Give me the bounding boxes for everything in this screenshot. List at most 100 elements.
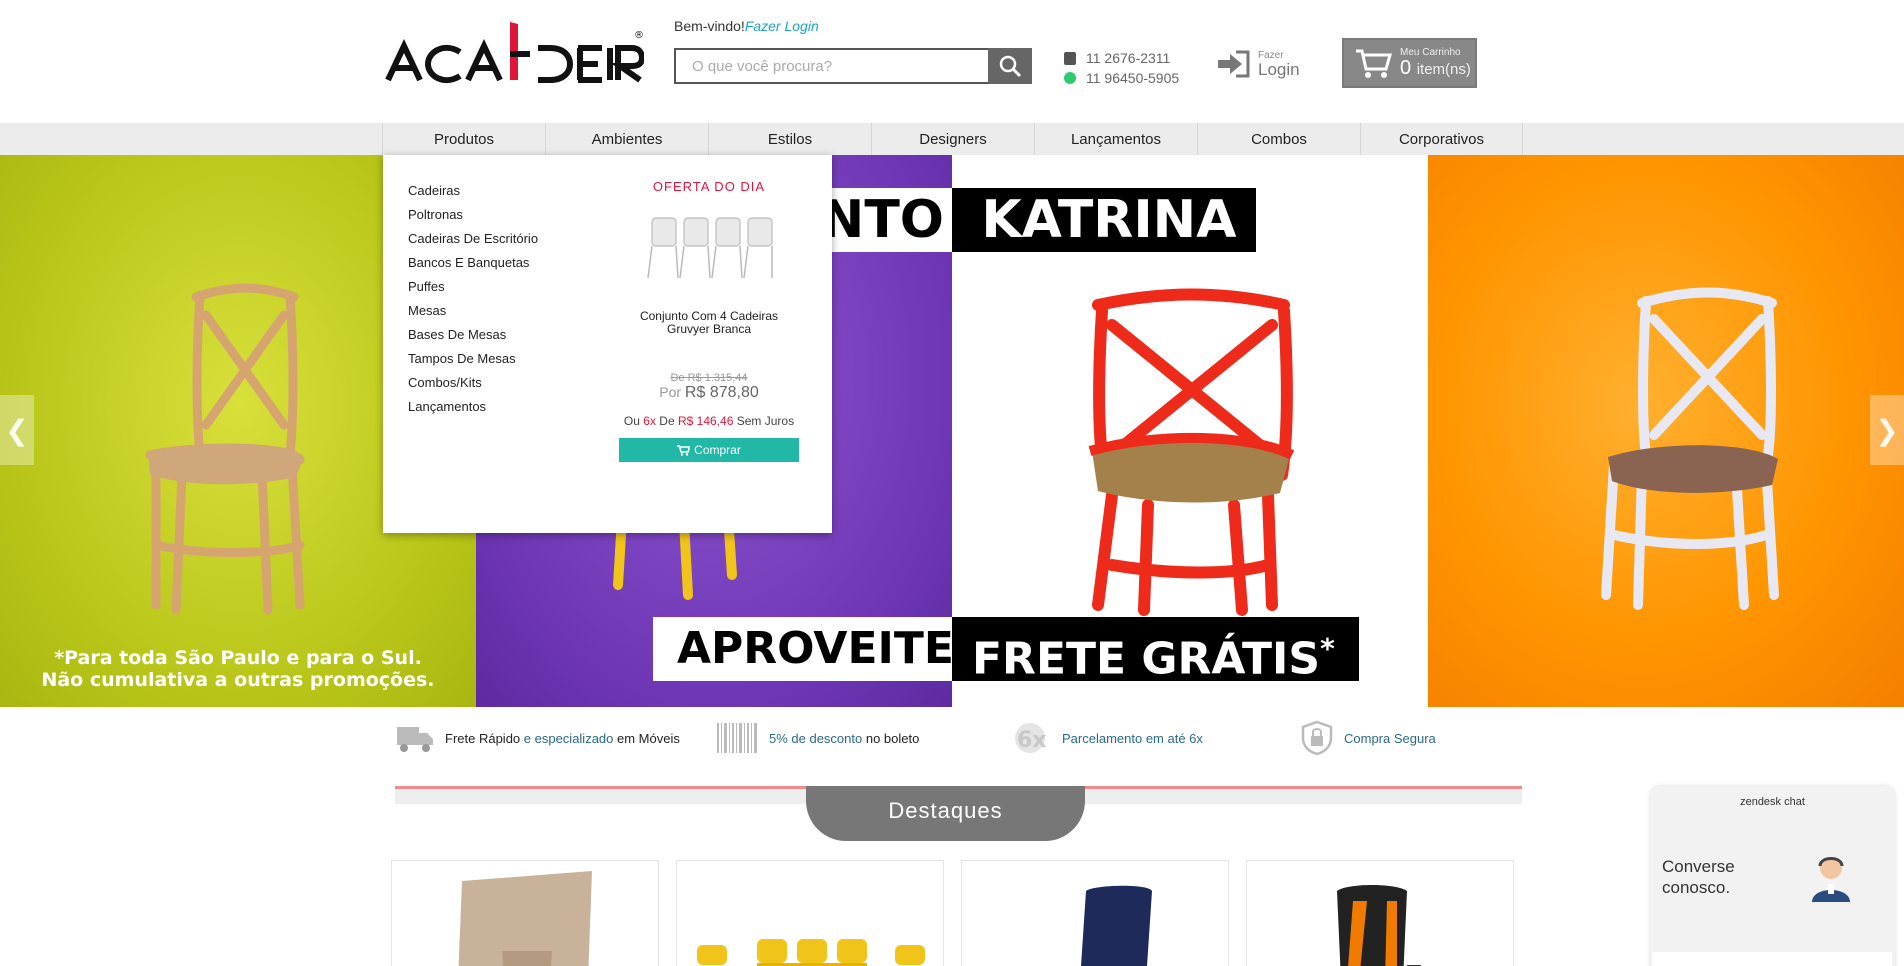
- category-link[interactable]: Puffes: [408, 275, 538, 299]
- banner-note-line2: Não cumulativa a outras promoções.: [41, 669, 435, 691]
- chevron-left-icon: ❮: [5, 414, 29, 446]
- feature-installments: 6x Parcelamento em até 6x: [1010, 721, 1300, 755]
- inst-value: R$ 146,46: [677, 414, 734, 428]
- login-label: Login: [1258, 59, 1300, 79]
- category-list: Cadeiras Poltronas Cadeiras De Escritóri…: [408, 179, 538, 419]
- search-icon: [999, 55, 1022, 78]
- banner-headline-partial-text: NTO: [820, 190, 944, 250]
- banner-panel-orange: [1428, 155, 1904, 707]
- feature-shipping-b: e especializado: [520, 730, 617, 746]
- nav-item-produtos[interactable]: Produtos: [382, 123, 545, 155]
- cart-unit: item(ns): [1416, 60, 1471, 78]
- hero-banner[interactable]: *Para toda São Paulo e para o Sul. Não c…: [0, 155, 1904, 707]
- white-chair-image: [1601, 287, 1779, 610]
- feature-discount-b: no boleto: [862, 730, 920, 746]
- search-input[interactable]: [674, 48, 988, 84]
- offer-product-name[interactable]: Conjunto Com 4 Cadeiras Gruvyer Branca: [619, 310, 799, 336]
- product-image: [1337, 885, 1421, 966]
- banner-tag-frete-text: FRETE GRÁTIS: [972, 633, 1321, 685]
- offer-installments: Ou 6x De R$ 146,46 Sem Juros: [619, 414, 799, 428]
- product-image: [458, 871, 592, 966]
- feature-secure-text: Compra Segura: [1344, 730, 1436, 746]
- nav-item-lancamentos[interactable]: Lançamentos: [1034, 123, 1197, 155]
- banner-next-arrow[interactable]: ❯: [1870, 395, 1904, 465]
- new-price-label: Por: [659, 384, 682, 400]
- buy-label: Comprar: [694, 443, 741, 457]
- whatsapp-icon: [1064, 72, 1076, 84]
- cart-button[interactable]: Meu Carrinho 0 item(ns): [1342, 38, 1477, 88]
- banner-note-line1: *Para toda São Paulo e para o Sul.: [54, 647, 422, 669]
- category-link[interactable]: Bases De Mesas: [408, 323, 538, 347]
- inst-prefix: Ou: [623, 414, 640, 428]
- category-link[interactable]: Mesas: [408, 299, 538, 323]
- product-card[interactable]: [1246, 860, 1514, 966]
- banner-note: *Para toda São Paulo e para o Sul. Não c…: [0, 647, 476, 691]
- nav-item-ambientes[interactable]: Ambientes: [545, 123, 708, 155]
- svg-text:6x: 6x: [1017, 728, 1047, 753]
- offer-product-image[interactable]: [644, 212, 774, 282]
- category-link[interactable]: Cadeiras: [408, 179, 538, 203]
- banner-headline-top: NTO KATRINA NTO: [820, 188, 1257, 252]
- banner-tag-frete: FRETE GRÁTIS*: [952, 617, 1359, 685]
- search-bar: [674, 48, 1032, 84]
- product-image: [697, 939, 925, 966]
- chat-input[interactable]: [1652, 952, 1892, 966]
- login-icon: [1218, 50, 1250, 78]
- old-price-value: R$ 1.315,44: [687, 372, 748, 384]
- contact-info: 11 2676-2311 11 96450-5905: [1064, 48, 1179, 88]
- inst-count: 6x: [643, 414, 656, 428]
- category-link[interactable]: Lançamentos: [408, 395, 538, 419]
- nav-item-designers[interactable]: Designers: [871, 123, 1034, 155]
- site-logo[interactable]: ®: [384, 14, 646, 94]
- phone-number: 11 2676-2311: [1086, 50, 1171, 66]
- six-x-icon: 6x: [1015, 723, 1047, 753]
- nav-item-corporativos[interactable]: Corporativos: [1360, 123, 1523, 155]
- product-image: [1081, 885, 1152, 966]
- cart-icon: [677, 444, 691, 456]
- main-nav: Produtos Ambientes Estilos Designers Lan…: [382, 123, 1523, 155]
- nav-item-combos[interactable]: Combos: [1197, 123, 1360, 155]
- inst-suffix: Sem Juros: [736, 414, 795, 428]
- banner-tag-aproveite: APROVEITE: [653, 617, 978, 681]
- feature-discount-a: 5% de desconto: [769, 730, 863, 746]
- product-card[interactable]: [391, 860, 659, 966]
- barcode-icon: [717, 723, 757, 753]
- main-nav-bar: Produtos Ambientes Estilos Designers Lan…: [0, 123, 1904, 155]
- search-button[interactable]: [988, 48, 1032, 84]
- product-card[interactable]: [961, 860, 1229, 966]
- svg-text:®: ®: [634, 30, 644, 41]
- category-link[interactable]: Tampos De Mesas: [408, 347, 538, 371]
- banner-headline-partial: NTO: [820, 188, 952, 252]
- category-link[interactable]: Poltronas: [408, 203, 538, 227]
- product-card[interactable]: [676, 860, 944, 966]
- agent-avatar-icon: [1812, 857, 1850, 902]
- nav-item-estilos[interactable]: Estilos: [708, 123, 871, 155]
- feature-shipping-c: em Móveis: [617, 730, 680, 746]
- offer-new-price: Por R$ 878,80: [619, 384, 799, 402]
- section-title: Destaques: [806, 786, 1085, 841]
- phone-icon: [1064, 51, 1076, 65]
- category-link[interactable]: Combos/Kits: [408, 371, 538, 395]
- chat-message: Converse conosco.: [1662, 857, 1735, 897]
- cart-count: 0: [1400, 56, 1412, 79]
- buy-button[interactable]: Comprar: [619, 438, 799, 462]
- feature-secure: Compra Segura: [1300, 720, 1436, 756]
- offer-title: OFERTA DO DIA: [652, 179, 766, 194]
- page: ® Bem-vindo!Fazer Login 11 2676-2311 11 …: [0, 0, 1904, 966]
- category-link[interactable]: Cadeiras De Escritório: [408, 227, 538, 251]
- welcome-text: Bem-vindo!Fazer Login: [674, 18, 819, 34]
- feature-shipping-a: Frete Rápido: [445, 730, 521, 746]
- category-link[interactable]: Bancos E Banquetas: [408, 251, 538, 275]
- new-price-value: R$ 878,80: [684, 384, 759, 401]
- features-bar: Frete Rápido e especializado em Móveis 5…: [395, 718, 1525, 758]
- feature-shipping: Frete Rápido e especializado em Móveis: [395, 721, 715, 755]
- cart-icon: [1356, 49, 1392, 78]
- chat-widget[interactable]: zendesk chat Converse conosco.: [1650, 786, 1895, 966]
- offer-old-price: De R$ 1.315,44: [619, 372, 799, 384]
- chat-title: zendesk chat: [1740, 796, 1805, 808]
- feature-discount: 5% de desconto no boleto: [715, 721, 1010, 755]
- login-button[interactable]: Fazer Login: [1216, 48, 1300, 80]
- feature-installments-text: Parcelamento em até 6x: [1062, 730, 1203, 746]
- login-link[interactable]: Fazer Login: [745, 18, 819, 34]
- banner-prev-arrow[interactable]: ❮: [0, 395, 34, 465]
